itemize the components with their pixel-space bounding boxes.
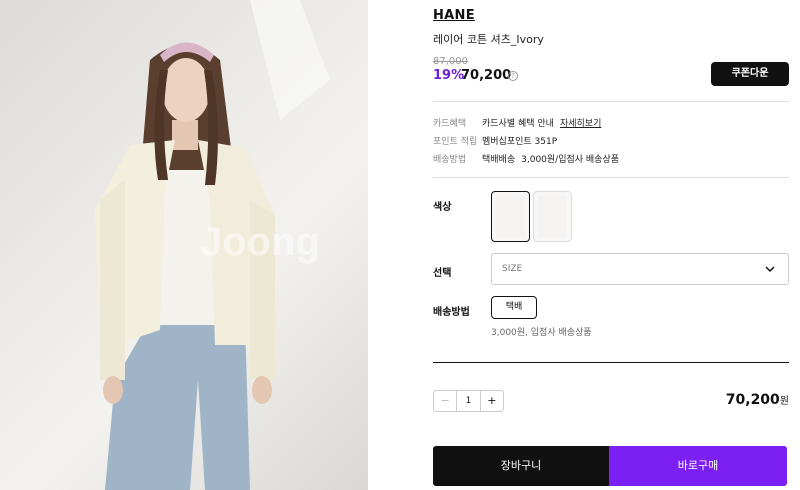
shipping-info-row: 배송방법 택배배송 3,000원/입점사 배송상품: [433, 152, 619, 166]
chevron-down-icon: [765, 266, 775, 273]
card-benefit-label: 카드혜택: [433, 119, 467, 129]
size-option-label: 선택: [433, 268, 452, 279]
color-swatch[interactable]: [533, 191, 572, 242]
color-swatch-ivory-selected[interactable]: [491, 191, 530, 242]
question-circle-icon[interactable]: ?: [508, 71, 518, 81]
color-option-label: 색상: [433, 202, 452, 213]
point-value: 멤버십포인트 351P: [482, 137, 558, 147]
shipping-info-value: 택배배송: [482, 155, 516, 165]
original-price: 87,000: [433, 56, 468, 67]
size-select[interactable]: SIZE: [491, 253, 789, 285]
shipping-info-detail: 3,000원/입점사 배송상품: [521, 155, 620, 165]
add-to-cart-button[interactable]: 장바구니: [433, 446, 609, 486]
shipping-option-note: 3,000원, 입점사 배송상품: [491, 328, 592, 338]
card-benefit-detail-link[interactable]: 자세히보기: [560, 116, 601, 130]
product-info-panel: HANE 레이어 코튼 셔츠_Ivory 87,000 19% 70,200 ?…: [433, 0, 789, 490]
size-select-placeholder: SIZE: [502, 264, 523, 274]
brand-link[interactable]: HANE: [433, 8, 475, 23]
card-benefit-value: 카드사별 혜택 안내: [482, 119, 554, 129]
total-price: 70,200원: [726, 392, 789, 408]
shipping-option-label: 배송방법: [433, 307, 470, 318]
point-label: 포인트 적립: [433, 137, 478, 147]
shipping-info-label: 배송방법: [433, 155, 467, 165]
shipping-option-button[interactable]: 택배: [491, 296, 537, 319]
card-benefit-row: 카드혜택 카드사별 혜택 안내 자세히보기: [433, 116, 601, 130]
buy-now-button[interactable]: 바로구매: [609, 446, 787, 486]
product-photo: Joong: [0, 0, 368, 490]
quantity-value[interactable]: 1: [457, 391, 481, 411]
divider: [433, 101, 789, 102]
decrease-quantity-button[interactable]: −: [434, 391, 458, 411]
total-price-value: 70,200: [725, 392, 780, 408]
product-name: 레이어 코튼 셔츠_Ivory: [433, 33, 544, 46]
photo-watermark: Joong: [200, 220, 320, 264]
total-price-unit: 원: [779, 396, 789, 407]
divider: [433, 177, 789, 178]
divider: [433, 362, 789, 363]
sale-price: 70,200: [461, 68, 512, 83]
point-row: 포인트 적립 멤버십포인트 351P: [433, 134, 557, 148]
discount-rate: 19%: [433, 68, 465, 83]
quantity-stepper[interactable]: − 1 +: [433, 390, 504, 412]
model-illustration: Joong: [95, 0, 330, 490]
coupon-download-button[interactable]: 쿠폰다운: [711, 62, 789, 86]
increase-quantity-button[interactable]: +: [481, 391, 503, 411]
